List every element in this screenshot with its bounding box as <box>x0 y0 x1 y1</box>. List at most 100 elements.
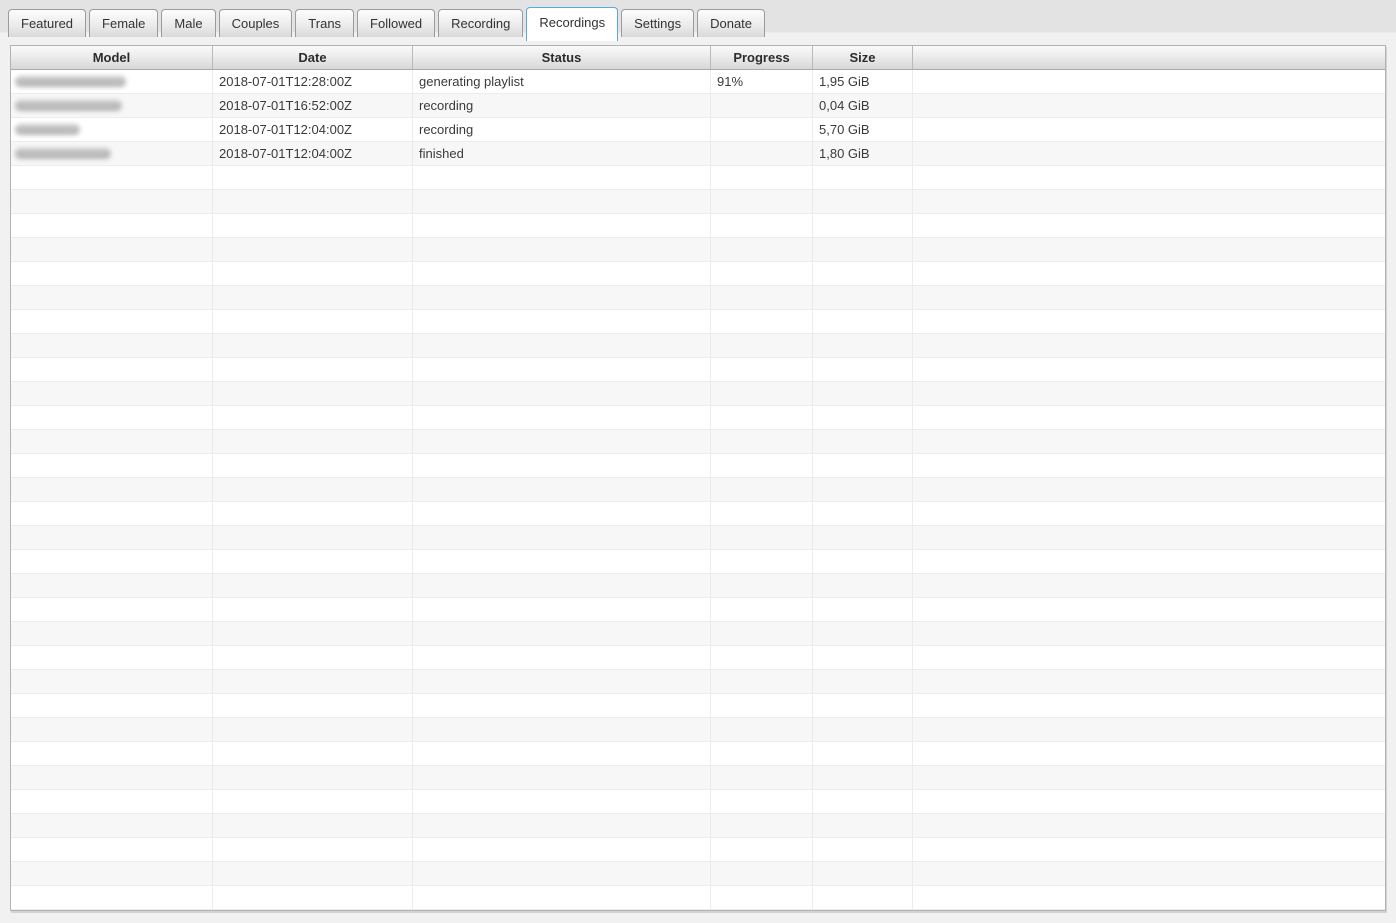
cell-filler <box>913 478 1385 501</box>
column-header-progress[interactable]: Progress <box>711 46 813 69</box>
cell-progress <box>711 166 813 189</box>
cell-model <box>11 862 213 885</box>
cell-status <box>413 862 711 885</box>
cell-progress <box>711 526 813 549</box>
table-row-empty <box>11 766 1385 790</box>
cell-progress <box>711 406 813 429</box>
tab-recording[interactable]: Recording <box>438 9 523 37</box>
cell-model <box>11 214 213 237</box>
cell-progress <box>711 790 813 813</box>
cell-filler <box>913 790 1385 813</box>
model-name-redacted <box>15 124 80 135</box>
cell-date: 2018-07-01T12:28:00Z <box>213 70 413 93</box>
tab-female[interactable]: Female <box>89 9 158 37</box>
table-row-empty <box>11 262 1385 286</box>
cell-size <box>813 406 913 429</box>
column-header-status[interactable]: Status <box>413 46 711 69</box>
model-name-redacted <box>15 76 126 87</box>
cell-date <box>213 646 413 669</box>
column-header-size[interactable]: Size <box>813 46 913 69</box>
cell-size <box>813 214 913 237</box>
table-row-empty <box>11 550 1385 574</box>
cell-model <box>11 646 213 669</box>
tab-recordings[interactable]: Recordings <box>526 7 618 41</box>
cell-status <box>413 478 711 501</box>
recordings-table: Model Date Status Progress Size 2018-07-… <box>10 45 1386 911</box>
table-row-empty <box>11 238 1385 262</box>
cell-size <box>813 670 913 693</box>
tab-donate[interactable]: Donate <box>697 9 765 37</box>
table-row-empty <box>11 598 1385 622</box>
cell-model <box>11 334 213 357</box>
table-row[interactable]: 2018-07-01T16:52:00Zrecording0,04 GiB <box>11 94 1385 118</box>
cell-progress <box>711 358 813 381</box>
tab-followed[interactable]: Followed <box>357 9 435 37</box>
cell-size <box>813 790 913 813</box>
cell-filler <box>913 214 1385 237</box>
cell-filler <box>913 670 1385 693</box>
cell-status <box>413 166 711 189</box>
tab-featured[interactable]: Featured <box>8 9 86 37</box>
cell-size <box>813 166 913 189</box>
table-row-empty <box>11 334 1385 358</box>
cell-date <box>213 574 413 597</box>
tab-couples[interactable]: Couples <box>219 9 293 37</box>
cell-status <box>413 502 711 525</box>
table-row-empty <box>11 886 1385 910</box>
cell-progress <box>711 574 813 597</box>
cell-model <box>11 790 213 813</box>
table-row-empty <box>11 526 1385 550</box>
column-header-filler <box>913 46 1385 69</box>
cell-status <box>413 574 711 597</box>
cell-date: 2018-07-01T12:04:00Z <box>213 118 413 141</box>
cell-filler <box>913 598 1385 621</box>
cell-date <box>213 238 413 261</box>
column-header-model[interactable]: Model <box>11 46 213 69</box>
cell-status <box>413 790 711 813</box>
cell-progress <box>711 142 813 165</box>
cell-filler <box>913 190 1385 213</box>
cell-model <box>11 574 213 597</box>
tab-trans[interactable]: Trans <box>295 9 354 37</box>
cell-model <box>11 166 213 189</box>
cell-date <box>213 742 413 765</box>
cell-filler <box>913 238 1385 261</box>
cell-filler <box>913 622 1385 645</box>
table-row[interactable]: 2018-07-01T12:28:00Zgenerating playlist9… <box>11 70 1385 94</box>
cell-filler <box>913 94 1385 117</box>
cell-model <box>11 190 213 213</box>
cell-filler <box>913 526 1385 549</box>
table-row-empty <box>11 670 1385 694</box>
cell-filler <box>913 742 1385 765</box>
table-row-empty <box>11 214 1385 238</box>
cell-model <box>11 718 213 741</box>
cell-filler <box>913 286 1385 309</box>
cell-progress <box>711 382 813 405</box>
table-row[interactable]: 2018-07-01T12:04:00Zrecording5,70 GiB <box>11 118 1385 142</box>
table-row[interactable]: 2018-07-01T12:04:00Zfinished1,80 GiB <box>11 142 1385 166</box>
cell-progress <box>711 766 813 789</box>
cell-model <box>11 94 213 117</box>
table-row-empty <box>11 862 1385 886</box>
cell-status: recording <box>413 118 711 141</box>
cell-size <box>813 358 913 381</box>
cell-date <box>213 886 413 909</box>
cell-filler <box>913 838 1385 861</box>
cell-size <box>813 454 913 477</box>
cell-filler <box>913 766 1385 789</box>
table-row-empty <box>11 406 1385 430</box>
cell-date <box>213 526 413 549</box>
cell-filler <box>913 550 1385 573</box>
cell-model <box>11 502 213 525</box>
cell-model <box>11 430 213 453</box>
tab-male[interactable]: Male <box>161 9 215 37</box>
cell-date: 2018-07-01T16:52:00Z <box>213 94 413 117</box>
tab-settings[interactable]: Settings <box>621 9 694 37</box>
column-header-date[interactable]: Date <box>213 46 413 69</box>
cell-date <box>213 598 413 621</box>
cell-model <box>11 238 213 261</box>
cell-status <box>413 190 711 213</box>
cell-status <box>413 670 711 693</box>
cell-date <box>213 550 413 573</box>
cell-size <box>813 718 913 741</box>
